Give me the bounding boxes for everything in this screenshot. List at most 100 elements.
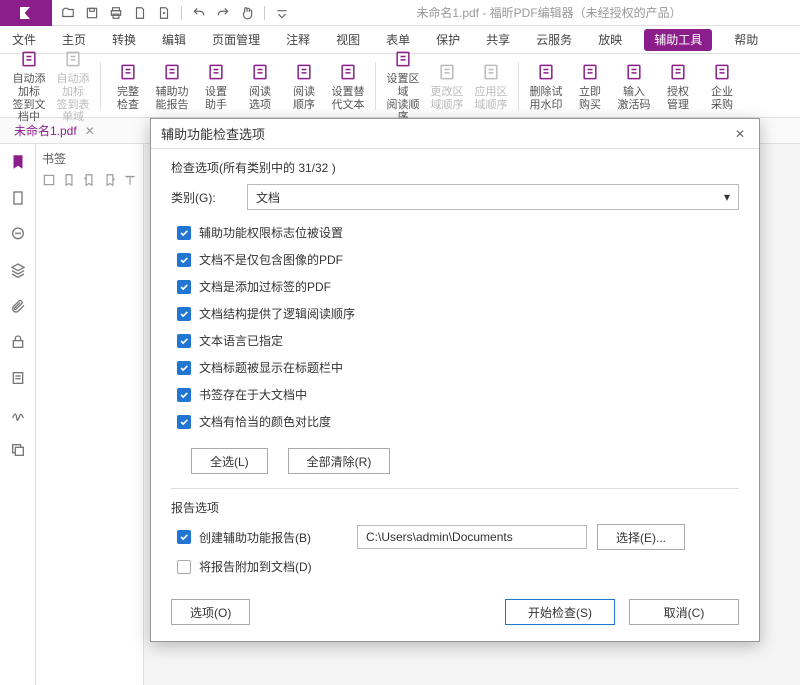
ribbon-tool[interactable]: 设置助手 [195,60,237,111]
tool-icon [248,60,272,84]
check-options-header: 检查选项(所有类别中的 31/32 ) [171,159,739,176]
start-check-button[interactable]: 开始检查(S) [505,599,615,625]
tool-label: 输入激活码 [618,86,651,111]
ribbon-tool[interactable]: 授权管理 [657,60,699,111]
tool-label: 授权管理 [667,86,689,111]
check-item: 文本语言已指定 [177,332,739,349]
close-icon[interactable]: ✕ [85,124,95,138]
page-icon[interactable] [130,3,150,23]
tool-icon [578,60,602,84]
ribbon-tab-注释[interactable]: 注释 [282,26,314,54]
tool-label: 设置助手 [205,86,227,111]
ribbon-tab-编辑[interactable]: 编辑 [158,26,190,54]
ribbon-tab-放映[interactable]: 放映 [594,26,626,54]
document-tab[interactable]: 未命名1.pdf ✕ [6,122,103,139]
select-all-button[interactable]: 全选(L) [191,448,268,474]
bm-collapse-icon[interactable] [42,173,56,189]
bm-expand-icon[interactable] [82,173,96,189]
accessibility-check-dialog: 辅助功能检查选项 ✕ 检查选项(所有类别中的 31/32 ) 类别(G): 文档… [150,118,760,642]
choose-path-button[interactable]: 选择(E)... [597,524,685,550]
signature-rail-icon[interactable] [6,402,30,426]
clear-all-button[interactable]: 全部清除(R) [288,448,391,474]
tool-icon [61,47,85,71]
tool-label: 自动添加标签到文档中 [8,73,50,124]
bookmark-rail-icon[interactable] [6,150,30,174]
report-path-input[interactable]: C:\Users\admin\Documents [357,525,587,549]
ribbon-tool[interactable]: 自动添加标签到文档中 [8,47,50,124]
check-item: 辅助功能权限标志位被设置 [177,224,739,241]
dropdown-icon[interactable] [272,3,292,23]
check-item: 书签存在于大文档中 [177,386,739,403]
page-plus-icon[interactable] [154,3,174,23]
tool-icon [435,60,459,84]
ribbon-tool[interactable]: 设置替代文本 [327,60,369,111]
layers-rail-icon[interactable] [6,258,30,282]
tool-icon [391,47,415,71]
check-item: 文档是添加过标签的PDF [177,278,739,295]
undo-icon[interactable] [189,3,209,23]
check-item: 文档不是仅包含图像的PDF [177,251,739,268]
dialog-close-icon[interactable]: ✕ [731,125,749,143]
options-button[interactable]: 选项(O) [171,599,250,625]
checkbox[interactable] [177,226,191,240]
fields-rail-icon[interactable] [6,366,30,390]
attach-report-checkbox[interactable] [177,560,191,574]
ribbon-tab-辅助工具[interactable]: 辅助工具 [644,29,712,51]
ribbon-tool[interactable]: 阅读顺序 [283,60,325,111]
checkbox[interactable] [177,415,191,429]
checkbox[interactable] [177,361,191,375]
tool-icon [17,47,41,71]
bm-new-icon[interactable] [62,173,76,189]
ribbon-tab-页面管理[interactable]: 页面管理 [208,26,264,54]
ribbon-tab-转换[interactable]: 转换 [108,26,140,54]
ribbon-tab-保护[interactable]: 保护 [432,26,464,54]
checkbox[interactable] [177,307,191,321]
tool-icon [666,60,690,84]
checkbox[interactable] [177,253,191,267]
security-rail-icon[interactable] [6,330,30,354]
tool-icon [534,60,558,84]
tool-icon [622,60,646,84]
cancel-button[interactable]: 取消(C) [629,599,739,625]
ribbon-tab-共享[interactable]: 共享 [482,26,514,54]
checkbox[interactable] [177,334,191,348]
create-report-checkbox[interactable] [177,530,191,544]
ribbon-tool[interactable]: 删除试用水印 [525,60,567,111]
ribbon-tool[interactable]: 阅读选项 [239,60,281,111]
category-value: 文档 [256,189,280,206]
checkbox[interactable] [177,388,191,402]
redo-icon[interactable] [213,3,233,23]
attachment-rail-icon[interactable] [6,294,30,318]
comment-rail-icon[interactable] [6,222,30,246]
save-icon[interactable] [82,3,102,23]
tool-label: 辅助功能报告 [156,86,189,111]
window-title: 未命名1.pdf - 福昕PDF编辑器（未经授权的产品） [298,4,800,21]
ribbon-tool[interactable]: 完整检查 [107,60,149,111]
tool-label: 阅读顺序 [293,86,315,111]
page-rail-icon[interactable] [6,186,30,210]
tool-icon [116,60,140,84]
check-item: 文档标题被显示在标题栏中 [177,359,739,376]
print-icon[interactable] [106,3,126,23]
ribbon-tool[interactable]: 输入激活码 [613,60,655,111]
hand-icon[interactable] [237,3,257,23]
ribbon-tab-帮助[interactable]: 帮助 [730,26,762,54]
checkbox[interactable] [177,280,191,294]
check-label: 文档不是仅包含图像的PDF [199,251,343,268]
ribbon-tab-云服务[interactable]: 云服务 [532,26,576,54]
ribbon-tool[interactable]: 立即购买 [569,60,611,111]
open-icon[interactable] [58,3,78,23]
tool-icon [336,60,360,84]
ribbon-tool[interactable]: 辅助功能报告 [151,60,193,111]
bm-find-icon[interactable] [103,173,117,189]
category-select[interactable]: 文档 ▾ [247,184,739,210]
ribbon-tool: 应用区域顺序 [470,60,512,111]
ribbon-tool[interactable]: 设置区域阅读顺序 [382,47,424,124]
check-label: 文档是添加过标签的PDF [199,278,331,295]
copy-rail-icon[interactable] [6,438,30,462]
bm-text-icon[interactable] [123,173,137,189]
check-label: 书签存在于大文档中 [199,386,307,403]
ribbon-tool[interactable]: 企业采购 [701,60,743,111]
tool-label: 删除试用水印 [530,86,563,111]
ribbon-tab-视图[interactable]: 视图 [332,26,364,54]
